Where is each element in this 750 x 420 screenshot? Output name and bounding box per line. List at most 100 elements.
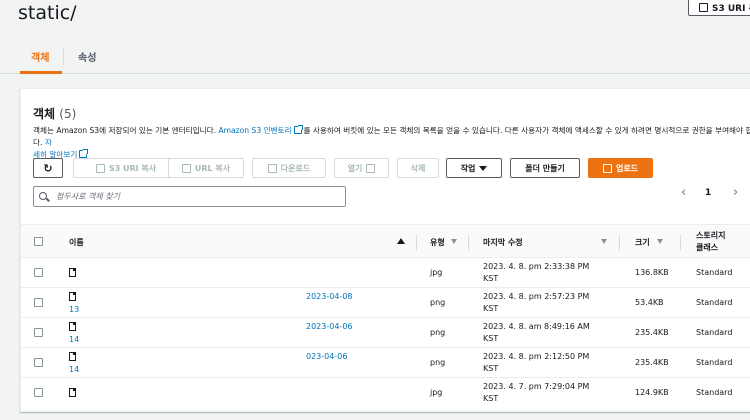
row-size: 235.4KB: [635, 358, 669, 367]
upload-button[interactable]: 업로드: [588, 158, 653, 178]
column-divider: [680, 235, 681, 251]
objects-description: 객체는 Amazon S3에 저장되어 있는 기본 엔터티입니다. Amazon…: [33, 125, 750, 161]
search-icon: [39, 192, 47, 200]
table-row[interactable]: 14 2023-04-06 png 2023. 4. 8. am 8:49:16…: [21, 318, 750, 348]
row-storage-class: Standard: [696, 358, 733, 367]
row-type: png: [430, 298, 446, 307]
create-folder-label: 폴더 만들기: [525, 163, 565, 173]
row-modified-tz: KST: [483, 334, 499, 343]
column-type[interactable]: 유형: [430, 237, 445, 248]
file-icon: [69, 388, 76, 397]
learn-more-link-start[interactable]: 자: [45, 138, 52, 147]
sort-icon[interactable]: [451, 239, 457, 244]
row-size: 235.4KB: [635, 328, 669, 337]
upload-label: 업로드: [615, 163, 639, 173]
file-icon: [69, 268, 76, 277]
column-storage-class[interactable]: 스토리지: [696, 230, 725, 241]
download-button[interactable]: 다운로드: [252, 158, 326, 178]
column-name[interactable]: 이름: [69, 237, 84, 248]
row-date-fragment[interactable]: 2023-04-06: [306, 322, 353, 331]
column-last-modified[interactable]: 마지막 수정: [483, 237, 523, 248]
column-storage-class-line2: 클래스: [696, 243, 719, 252]
column-divider: [468, 235, 469, 251]
column-size[interactable]: 크기: [635, 237, 650, 248]
row-storage-class: Standard: [696, 388, 733, 397]
actions-dropdown[interactable]: 작업: [446, 158, 502, 178]
row-type: png: [430, 328, 446, 337]
column-divider: [619, 235, 620, 251]
table-row[interactable]: 13 2023-04-08 png 2023. 4. 8. pm 2:57:23…: [21, 288, 750, 318]
row-checkbox[interactable]: [34, 298, 43, 307]
copy-icon: [181, 163, 191, 173]
row-name-fragment[interactable]: 14: [69, 335, 79, 344]
sort-icon[interactable]: [601, 239, 607, 244]
row-modified: 2023. 4. 8. pm 2:33:38 PM: [483, 262, 590, 271]
tab-objects[interactable]: 객체: [31, 49, 49, 64]
row-modified: 2023. 4. 8. pm 2:12:50 PM: [483, 352, 590, 361]
copy-s3-uri-button[interactable]: S3 URI 복사: [73, 158, 179, 178]
open-button[interactable]: 열기: [334, 158, 389, 178]
table-row[interactable]: jpg 2023. 4. 7. pm 7:29:04 PM KST 124.9K…: [21, 378, 750, 408]
create-folder-button[interactable]: 폴더 만들기: [510, 158, 580, 178]
external-link-icon: [293, 125, 303, 134]
next-page-icon[interactable]: ›: [733, 185, 738, 200]
objects-heading: 객체 (5): [33, 105, 76, 122]
sort-ascending-icon[interactable]: [397, 238, 405, 244]
delete-button[interactable]: 삭제: [397, 158, 439, 178]
row-checkbox[interactable]: [34, 268, 43, 277]
row-name-fragment[interactable]: 13: [69, 305, 79, 314]
row-checkbox[interactable]: [34, 388, 43, 397]
copy-s3-uri-header-label: S3 URI 복: [712, 3, 750, 14]
row-modified: 2023. 4. 8. am 8:49:16 AM: [483, 322, 590, 331]
sort-icon[interactable]: [657, 239, 663, 244]
row-date-fragment[interactable]: 2023-04-08: [306, 292, 353, 301]
refresh-button[interactable]: ↻: [33, 158, 63, 178]
object-search-input[interactable]: 접두사로 객체 찾기: [33, 186, 346, 207]
tab-properties[interactable]: 속성: [78, 49, 96, 64]
select-all-checkbox[interactable]: [34, 237, 43, 246]
row-size: 53.4KB: [635, 298, 664, 307]
file-icon: [69, 292, 76, 301]
row-storage-class: Standard: [696, 328, 733, 337]
tab-divider: [63, 47, 64, 65]
row-date-fragment[interactable]: 023-04-06: [306, 352, 347, 361]
row-checkbox[interactable]: [34, 358, 43, 367]
prev-page-icon[interactable]: ‹: [681, 185, 686, 200]
row-type: jpg: [430, 268, 443, 277]
page-title: static/: [18, 2, 77, 24]
copy-url-button[interactable]: URL 복사: [168, 158, 244, 178]
row-modified-tz: KST: [483, 364, 499, 373]
row-storage-class: Standard: [696, 298, 733, 307]
external-link-icon: [79, 149, 89, 158]
column-divider: [416, 235, 417, 251]
row-size: 136.8KB: [635, 268, 669, 277]
download-icon: [267, 163, 277, 173]
copy-s3-uri-header-button[interactable]: S3 URI 복: [688, 0, 750, 16]
objects-panel: 객체 (5) 객체는 Amazon S3에 저장되어 있는 기본 엔터티입니다.…: [20, 88, 750, 412]
delete-label: 삭제: [410, 163, 426, 173]
file-icon: [69, 352, 76, 361]
row-checkbox[interactable]: [34, 328, 43, 337]
copy-url-label: URL 복사: [194, 163, 231, 173]
row-modified: 2023. 4. 8. pm 2:57:23 PM: [483, 292, 590, 301]
external-link-icon: [366, 163, 376, 173]
row-storage-class: Standard: [696, 268, 733, 277]
row-modified-tz: KST: [483, 304, 499, 313]
objects-count: (5): [59, 107, 77, 121]
row-name-fragment[interactable]: 14: [69, 365, 79, 374]
table-row[interactable]: jpg 2023. 4. 8. pm 2:33:38 PM KST 136.8K…: [21, 258, 750, 288]
inventory-link[interactable]: Amazon S3 인벤토리: [218, 126, 291, 135]
upload-icon: [602, 163, 612, 173]
active-tab-indicator: [20, 71, 62, 74]
row-modified: 2023. 4. 7. pm 7:29:04 PM: [483, 382, 590, 391]
row-modified-tz: KST: [483, 394, 499, 403]
current-page[interactable]: 1: [705, 188, 711, 198]
row-modified-tz: KST: [483, 274, 499, 283]
caret-down-icon: [479, 165, 488, 171]
copy-s3-uri-label: S3 URI 복사: [108, 163, 157, 173]
copy-icon: [95, 163, 105, 173]
refresh-icon: ↻: [43, 161, 53, 175]
row-size: 124.9KB: [635, 388, 669, 397]
table-row[interactable]: 14 023-04-06 png 2023. 4. 8. pm 2:12:50 …: [21, 348, 750, 378]
copy-icon: [699, 2, 708, 12]
